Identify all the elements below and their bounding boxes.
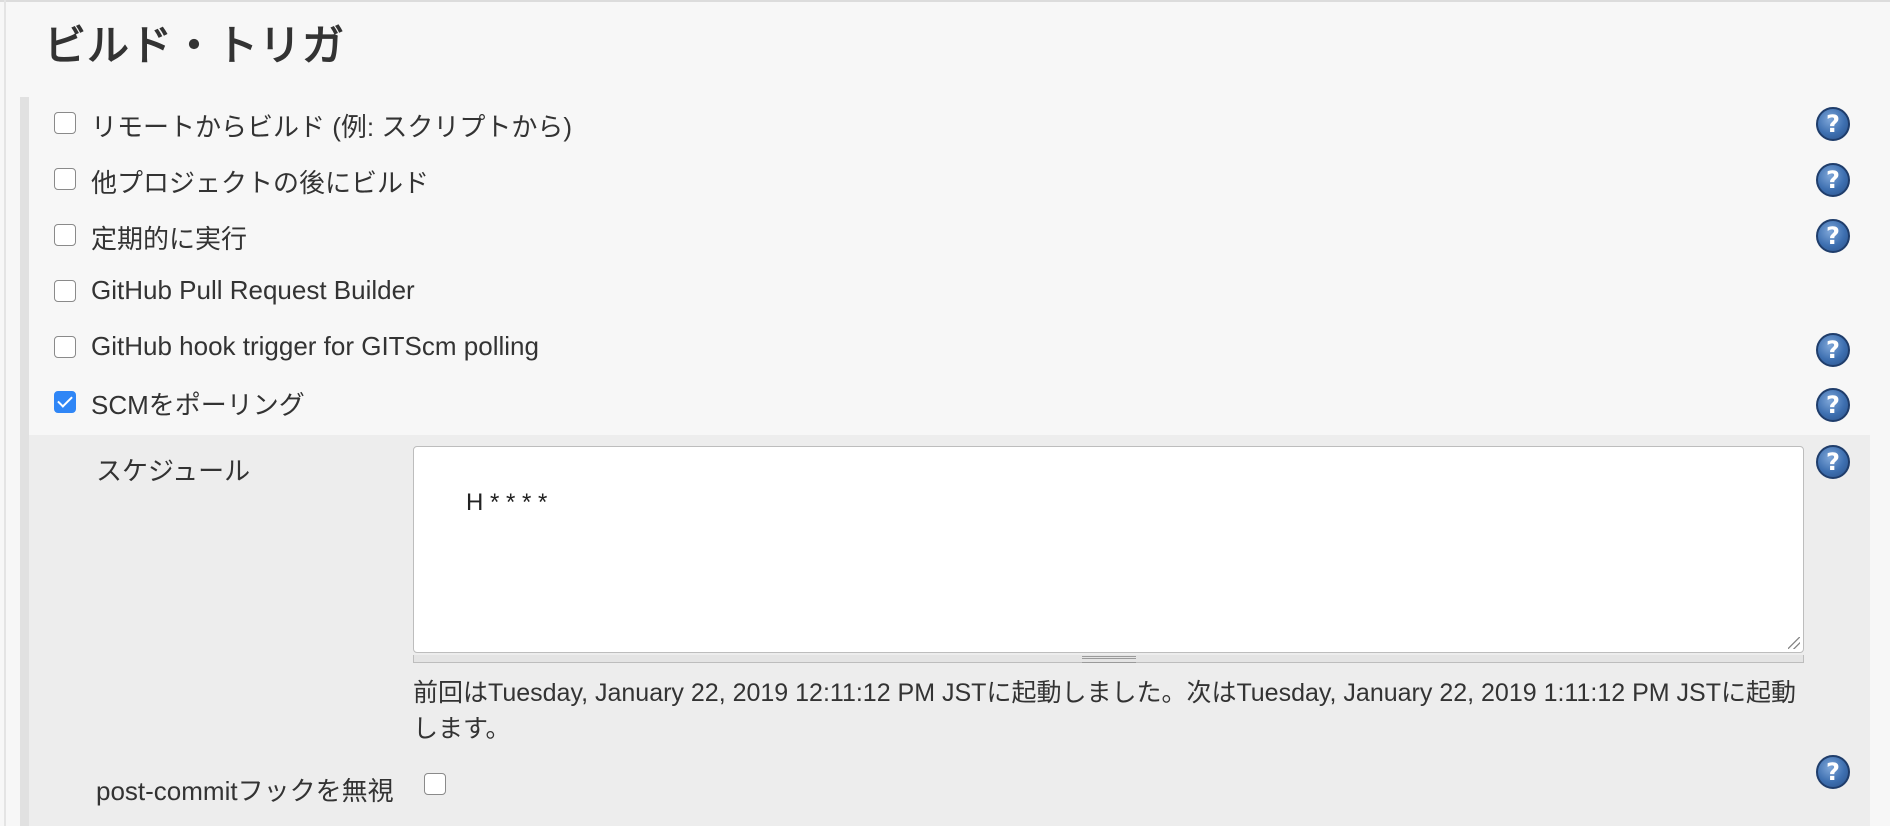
help-icon[interactable]: ? (1816, 445, 1850, 479)
remote-build-label[interactable]: リモートからビルド (例: スクリプトから) (91, 107, 572, 144)
help-icon[interactable]: ? (1816, 219, 1850, 253)
scm-poll-options: スケジュール H * * * * ? 前回はTuesday, January 2… (29, 435, 1870, 826)
schedule-value: H * * * * (466, 489, 548, 516)
help-icon[interactable]: ? (1816, 333, 1850, 367)
build-triggers-block: リモートからビルド (例: スクリプトから) ? 他プロジェクトの後にビルド ?… (20, 97, 1879, 826)
trigger-row-remote: リモートからビルド (例: スクリプトから) ? (29, 97, 1879, 149)
left-divider (4, 0, 6, 826)
trigger-row-github-pr: GitHub Pull Request Builder (29, 265, 1879, 317)
post-commit-checkbox[interactable] (424, 773, 446, 795)
scm-poll-label[interactable]: SCMをポーリング (91, 385, 305, 422)
scm-poll-checkbox[interactable] (54, 391, 76, 413)
github-pr-builder-label[interactable]: GitHub Pull Request Builder (91, 275, 415, 306)
help-icon[interactable]: ? (1816, 107, 1850, 141)
build-after-other-label[interactable]: 他プロジェクトの後にビルド (91, 163, 429, 200)
periodic-build-label[interactable]: 定期的に実行 (91, 219, 247, 256)
help-icon[interactable]: ? (1816, 163, 1850, 197)
drag-handle-icon[interactable] (1081, 656, 1136, 663)
build-after-other-checkbox[interactable] (54, 168, 76, 190)
top-divider (0, 0, 1890, 2)
periodic-build-checkbox[interactable] (54, 224, 76, 246)
section-title: ビルド・トリガ (44, 22, 346, 69)
trigger-row-github-hook: GitHub hook trigger for GITScm polling ? (29, 321, 1879, 373)
trigger-row-scm-poll: SCMをポーリング ? (29, 377, 1879, 429)
resize-grip-icon[interactable] (1788, 637, 1800, 649)
github-hook-checkbox[interactable] (54, 336, 76, 358)
schedule-info-text: 前回はTuesday, January 22, 2019 12:11:12 PM… (413, 679, 1796, 743)
trigger-row-periodic: 定期的に実行 ? (29, 209, 1879, 261)
remote-build-checkbox[interactable] (54, 112, 76, 134)
trigger-row-after-other: 他プロジェクトの後にビルド ? (29, 153, 1879, 205)
help-icon[interactable]: ? (1816, 388, 1850, 422)
post-commit-label: post-commitフックを無視 (96, 776, 394, 806)
help-icon[interactable]: ? (1816, 755, 1850, 789)
schedule-label: スケジュール (96, 456, 251, 486)
github-hook-label[interactable]: GitHub hook trigger for GITScm polling (91, 331, 539, 362)
github-pr-builder-checkbox[interactable] (54, 280, 76, 302)
schedule-textarea[interactable]: H * * * * (413, 446, 1804, 653)
textarea-drag-bar[interactable] (413, 655, 1804, 663)
